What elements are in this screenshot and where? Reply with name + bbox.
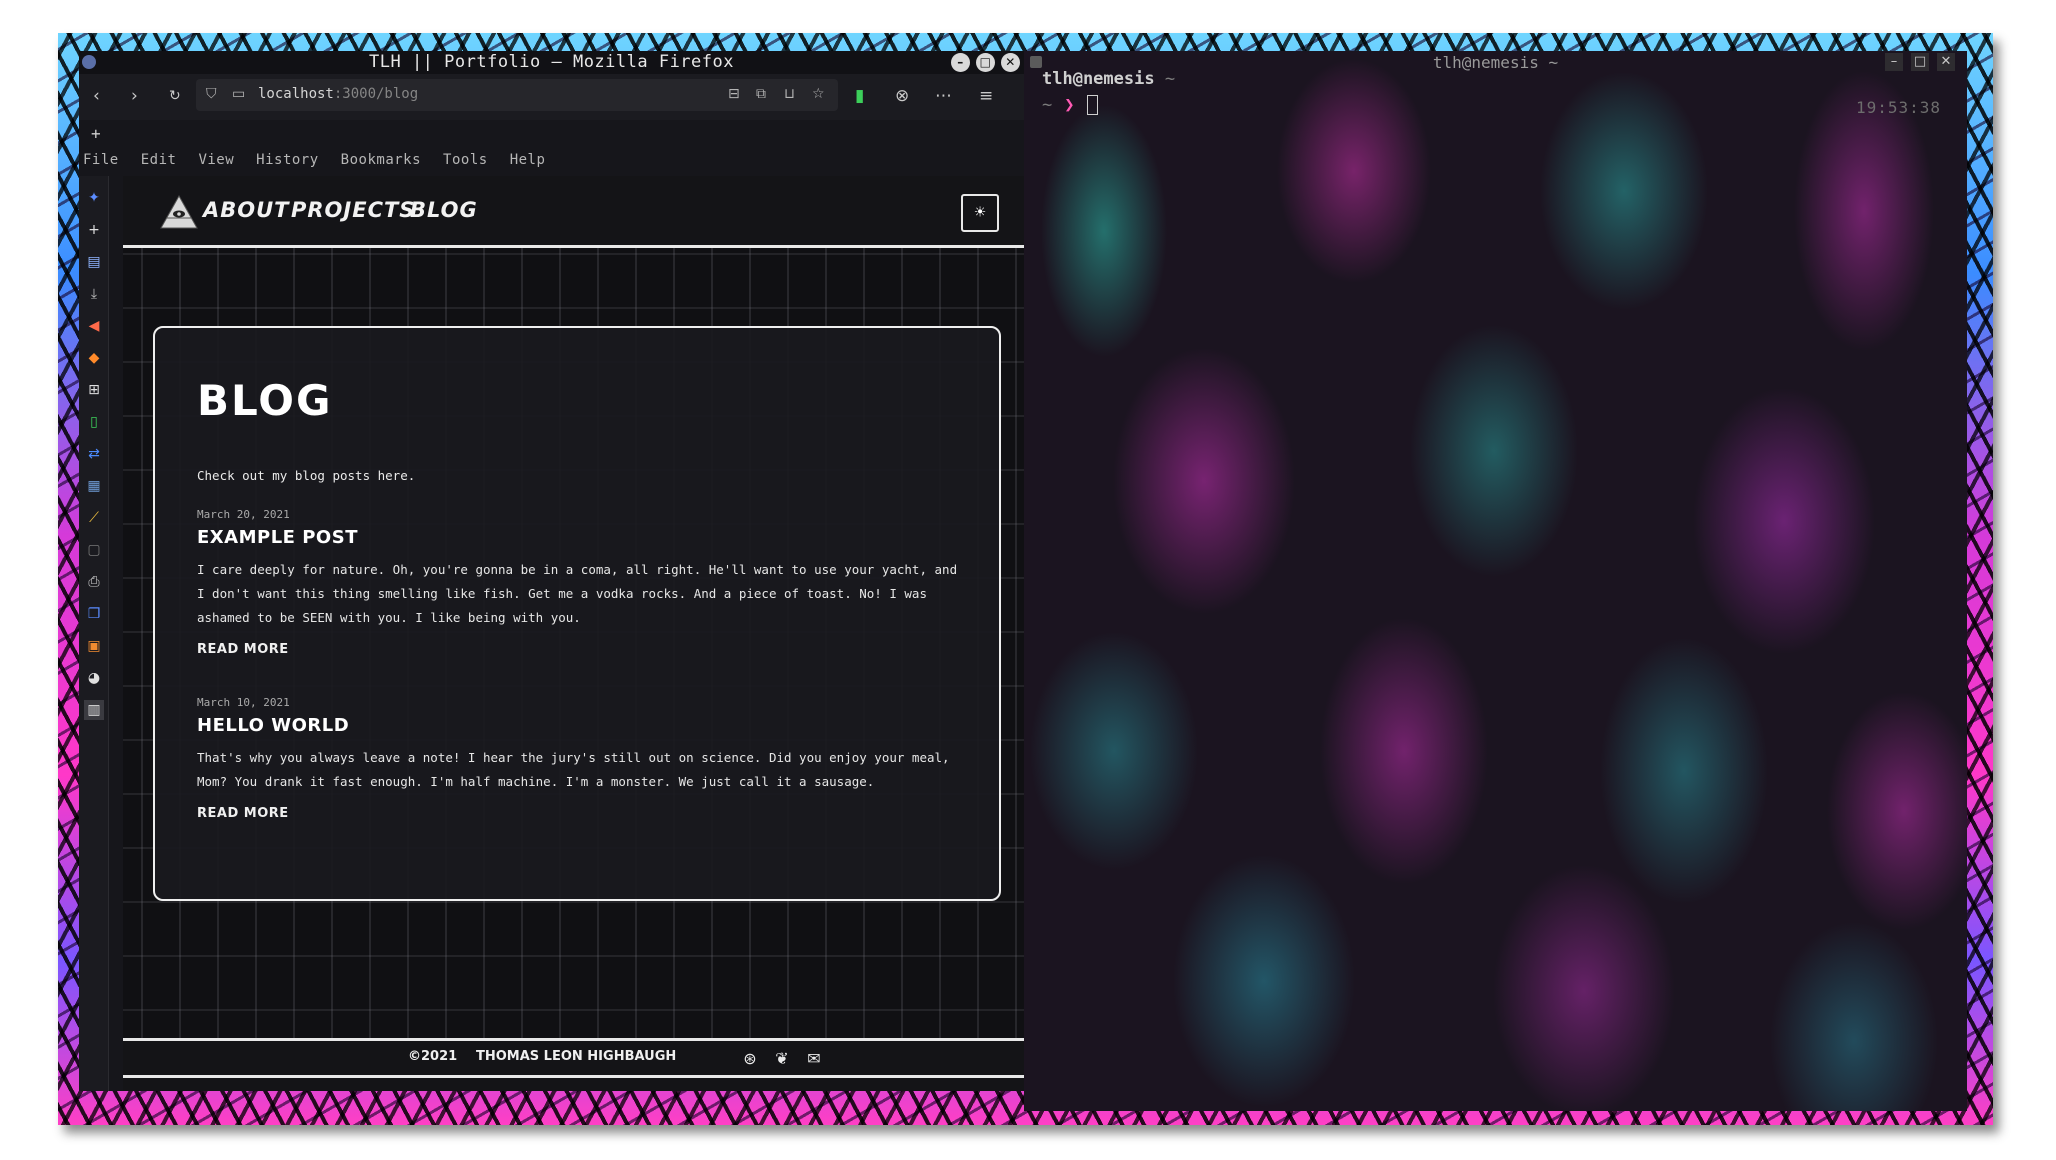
prompt-prefix: ~ bbox=[1042, 95, 1053, 115]
blog-card: Blog Check out my blog posts here. March… bbox=[153, 326, 1001, 901]
page-icon: ▭ bbox=[232, 86, 246, 102]
image-icon[interactable]: ▣ bbox=[84, 636, 104, 656]
url-bar[interactable]: ⛉ ▭ localhost:3000/blog ⊟ ⧉ ⊔ ☆ bbox=[196, 79, 838, 111]
post-excerpt: That's why you always leave a note! I he… bbox=[197, 750, 950, 789]
firefox-titlebar[interactable]: TLH || Portfolio — Mozilla Firefox – □ ✕ bbox=[79, 51, 1024, 74]
footer-author-name: Thomas Leon Highbaugh bbox=[476, 1049, 677, 1064]
shield-icon[interactable]: ⛉ bbox=[206, 86, 217, 102]
eye-pyramid-logo[interactable] bbox=[159, 194, 199, 230]
theme-toggle-button[interactable]: ☀ bbox=[961, 194, 999, 232]
menu-history[interactable]: History bbox=[256, 152, 319, 176]
prompt-dir: ~ bbox=[1164, 69, 1176, 89]
maximize-button[interactable]: □ bbox=[976, 53, 995, 72]
forward-icon[interactable]: › bbox=[131, 86, 138, 106]
menu-file[interactable]: File bbox=[83, 152, 119, 176]
reader-view-icon[interactable]: ⊟ bbox=[728, 86, 740, 102]
blog-post: March 20, 2021 Example Post I care deepl… bbox=[197, 508, 967, 657]
firefox-app-icon bbox=[82, 55, 96, 69]
sun-icon: ☀ bbox=[974, 202, 986, 223]
webpage: About Projects Blog ☀ Blog Check out my … bbox=[123, 176, 1024, 1091]
new-tab-button[interactable]: + bbox=[91, 124, 101, 143]
puzzle-icon[interactable]: ✦ bbox=[84, 188, 104, 208]
nav-about[interactable]: About bbox=[203, 198, 290, 222]
prompt-arrow-icon: ❯ bbox=[1064, 95, 1075, 115]
sidebar-toolbar: ✦ + ▤ ⤓ ◀ ◆ ⊞ ▯ ⇄ ▦ ⟋ ▢ ⎙ ❐ ▣ ◕ ▥ bbox=[79, 176, 109, 1091]
printer-icon[interactable]: ⎙ bbox=[84, 572, 104, 592]
extension-icon[interactable]: ▮ bbox=[855, 86, 864, 106]
twitter-icon[interactable]: ❦ bbox=[771, 1048, 793, 1070]
site-header: About Projects Blog ☀ bbox=[123, 176, 1024, 248]
terminal-close-button[interactable]: ✕ bbox=[1937, 53, 1955, 71]
fox-icon[interactable]: ◆ bbox=[84, 348, 104, 368]
menu-edit[interactable]: Edit bbox=[141, 152, 177, 176]
url-text[interactable]: localhost:3000/blog bbox=[258, 86, 418, 102]
menu-help[interactable]: Help bbox=[510, 152, 546, 176]
navigation-toolbar: ‹ › ↻ ⛉ ▭ localhost:3000/blog ⊟ ⧉ ⊔ ☆ ▮ … bbox=[79, 74, 1024, 120]
terminal-app-icon bbox=[1030, 56, 1042, 68]
pocket-icon[interactable]: ⊔ bbox=[784, 86, 795, 102]
post-date: March 10, 2021 bbox=[197, 696, 290, 709]
prompt-header: tlh@nemesis ~ bbox=[1042, 69, 1175, 89]
menu-tools[interactable]: Tools bbox=[443, 152, 488, 176]
firefox-window: TLH || Portfolio — Mozilla Firefox – □ ✕… bbox=[79, 51, 1024, 1091]
tab-strip: + bbox=[79, 120, 1024, 152]
read-more-link[interactable]: Read More bbox=[197, 642, 967, 657]
text-cursor bbox=[1086, 95, 1098, 115]
grid-icon[interactable]: ⊞ bbox=[84, 380, 104, 400]
translate-icon[interactable]: ⧉ bbox=[756, 86, 766, 102]
read-more-link[interactable]: Read More bbox=[197, 806, 967, 821]
megaphone-icon[interactable]: ◀ bbox=[84, 316, 104, 336]
minimize-button[interactable]: – bbox=[951, 53, 970, 72]
close-button[interactable]: ✕ bbox=[1001, 53, 1020, 72]
menu-bookmarks[interactable]: Bookmarks bbox=[341, 152, 421, 176]
back-icon[interactable]: ‹ bbox=[93, 86, 100, 106]
mail-icon[interactable]: ✉ bbox=[803, 1048, 825, 1070]
screens-icon[interactable]: ❐ bbox=[84, 604, 104, 624]
post-title[interactable]: Example Post bbox=[197, 527, 967, 548]
account-icon[interactable]: ⊗ bbox=[895, 86, 909, 106]
prompt-user: tlh@nemesis bbox=[1042, 69, 1155, 89]
downloads-icon[interactable]: ⤓ bbox=[84, 284, 104, 304]
window-title: TLH || Portfolio — Mozilla Firefox bbox=[369, 52, 734, 72]
square-icon[interactable]: ▢ bbox=[84, 540, 104, 560]
hamburger-menu-icon[interactable]: ≡ bbox=[979, 86, 993, 106]
terminal-minimize-button[interactable]: – bbox=[1885, 53, 1903, 71]
nav-projects[interactable]: Projects bbox=[291, 198, 415, 222]
prompt-line[interactable]: ~ ❯ bbox=[1042, 95, 1098, 115]
blog-post: March 10, 2021 Hello World That's why yo… bbox=[197, 696, 967, 821]
overflow-menu-icon[interactable]: ⋯ bbox=[935, 86, 952, 106]
plus-icon[interactable]: + bbox=[84, 220, 104, 240]
wand-icon[interactable]: ⟋ bbox=[84, 508, 104, 528]
sidebar-toggle-icon[interactable]: ▥ bbox=[84, 700, 104, 720]
nav-blog[interactable]: Blog bbox=[410, 198, 478, 222]
bookmark-star-icon[interactable]: ☆ bbox=[812, 86, 825, 102]
terminal-window[interactable]: tlh@nemesis ~ – □ ✕ tlh@nemesis ~ ~ ❯ 19:… bbox=[1024, 51, 1967, 1111]
terminal-maximize-button[interactable]: □ bbox=[1911, 53, 1929, 71]
page-title: Blog bbox=[197, 376, 333, 425]
reload-icon[interactable]: ↻ bbox=[169, 88, 181, 104]
translate-sidebar-icon[interactable]: ⇄ bbox=[84, 444, 104, 464]
terminal-title: tlh@nemesis ~ bbox=[1432, 53, 1559, 72]
blog-intro: Check out my blog posts here. bbox=[197, 468, 416, 483]
prompt-clock: 19:53:38 bbox=[1855, 98, 1941, 117]
bookmarks-icon[interactable]: ▤ bbox=[84, 252, 104, 272]
post-excerpt: I care deeply for nature. Oh, you're gon… bbox=[197, 562, 958, 625]
site-footer: ©2021 Thomas Leon Highbaugh ⊛ ❦ ✉ bbox=[123, 1038, 1024, 1078]
post-title[interactable]: Hello World bbox=[197, 715, 967, 736]
ghost-icon[interactable]: ◕ bbox=[84, 668, 104, 688]
document-icon[interactable]: ▯ bbox=[84, 412, 104, 432]
post-date: March 20, 2021 bbox=[197, 508, 290, 521]
footer-copyright: ©2021 bbox=[408, 1049, 458, 1064]
ruler-icon[interactable]: ▦ bbox=[84, 476, 104, 496]
github-icon[interactable]: ⊛ bbox=[739, 1048, 761, 1070]
menu-bar: File Edit View History Bookmarks Tools H… bbox=[79, 152, 1024, 176]
menu-view[interactable]: View bbox=[198, 152, 234, 176]
